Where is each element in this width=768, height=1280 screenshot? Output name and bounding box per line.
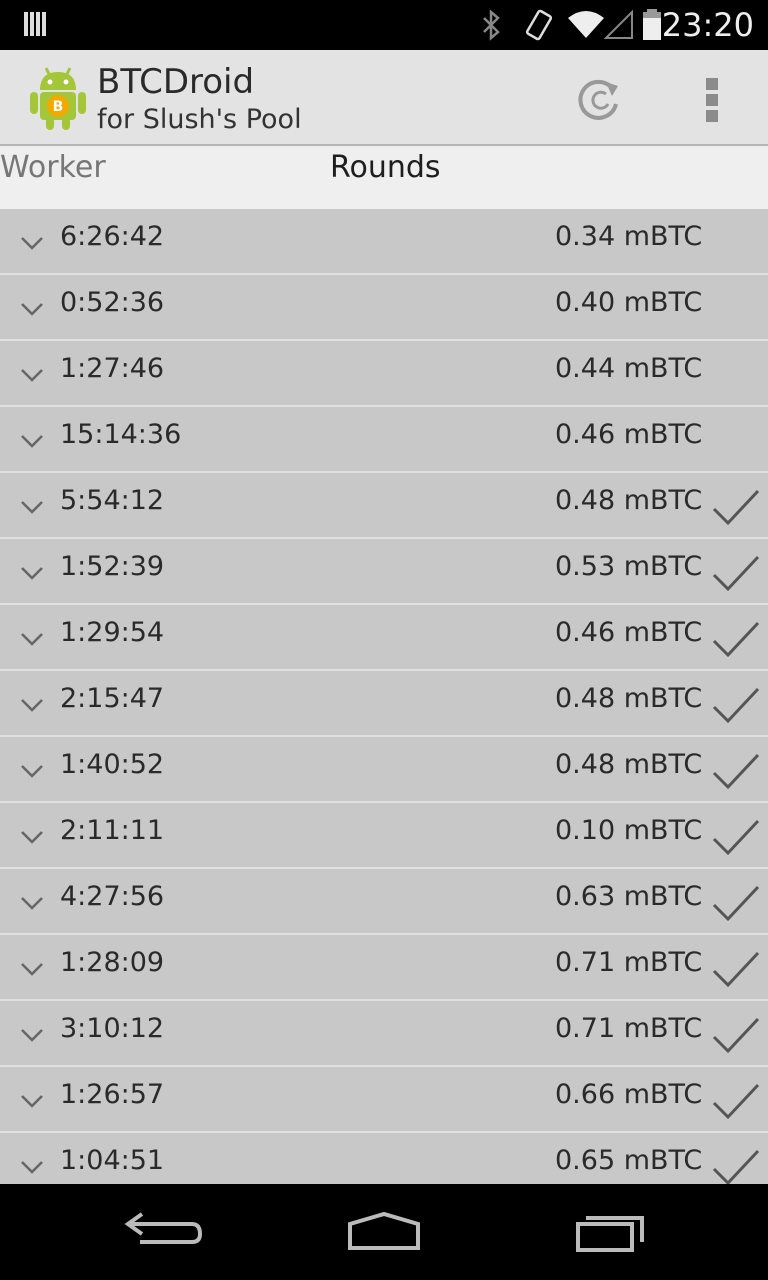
list-item[interactable]: 1:28:09 0.71 mBTC [0,935,768,1001]
round-duration: 2:11:11 [60,815,165,846]
chevron-down-icon[interactable] [20,235,44,251]
chevron-down-icon[interactable] [20,1159,44,1175]
checkmark-icon [712,1149,760,1184]
round-reward: 0.53 mBTC [555,551,703,582]
round-reward: 0.48 mBTC [555,749,703,780]
chevron-down-icon[interactable] [20,565,44,581]
round-duration: 4:27:56 [60,881,165,912]
chevron-down-icon[interactable] [20,763,44,779]
chevron-down-icon[interactable] [20,1027,44,1043]
chevron-down-icon[interactable] [20,697,44,713]
overflow-menu-icon[interactable] [690,70,734,130]
chevron-down-icon[interactable] [20,961,44,977]
navigation-bar [0,1184,768,1280]
round-duration: 1:40:52 [60,749,165,780]
list-item[interactable]: 1:52:39 0.53 mBTC [0,539,768,605]
list-item[interactable]: 6:26:42 0.34 mBTC [0,209,768,275]
checkmark-icon [712,1083,760,1120]
chevron-down-icon[interactable] [20,367,44,383]
bluetooth-icon [483,9,500,41]
list-item[interactable]: 0:52:36 0.40 mBTC [0,275,768,341]
checkmark-icon [712,489,760,526]
chevron-down-icon[interactable] [20,499,44,515]
checkmark-icon [712,951,760,988]
round-reward: 0.71 mBTC [555,1013,703,1044]
home-icon[interactable] [334,1202,434,1262]
round-duration: 1:52:39 [60,551,165,582]
round-reward: 0.44 mBTC [555,353,703,384]
back-icon[interactable] [110,1202,210,1262]
checkmark-icon [712,1017,760,1054]
round-duration: 1:04:51 [60,1145,165,1176]
chevron-down-icon[interactable] [20,301,44,317]
list-item[interactable]: 1:27:46 0.44 mBTC [0,341,768,407]
round-reward: 0.48 mBTC [555,683,703,714]
rounds-list[interactable]: 6:26:42 0.34 mBTC 0:52:36 0.40 mBTC 1:27:46 0… [0,209,768,1184]
round-duration: 1:29:54 [60,617,165,648]
checkmark-icon [712,753,760,790]
round-reward: 0.71 mBTC [555,947,703,978]
list-item[interactable]: 15:14:36 0.46 mBTC [0,407,768,473]
app-logo-icon: B [30,67,86,130]
tab-worker[interactable]: Worker [0,150,106,185]
list-item[interactable]: 3:10:12 0.71 mBTC [0,1001,768,1067]
list-item[interactable]: 1:29:54 0.46 mBTC [0,605,768,671]
status-bar: 23:20 [0,0,768,50]
action-bar: B BTCDroid for Slush's Pool [0,50,768,146]
round-reward: 0.46 mBTC [555,617,703,648]
round-duration: 3:10:12 [60,1013,165,1044]
round-duration: 0:52:36 [60,287,165,318]
checkmark-icon [712,687,760,724]
checkmark-icon [712,621,760,658]
chevron-down-icon[interactable] [20,829,44,845]
list-item[interactable]: 2:15:47 0.48 mBTC [0,671,768,737]
app-subtitle: for Slush's Pool [97,104,302,135]
vibrate-icon [525,9,553,41]
list-item[interactable]: 1:04:51 0.65 mBTC [0,1133,768,1184]
signal-icon [604,9,633,39]
list-item[interactable]: 4:27:56 0.63 mBTC [0,869,768,935]
tab-rounds[interactable]: Rounds [330,150,441,185]
app-title: BTCDroid [97,62,255,102]
round-reward: 0.48 mBTC [555,485,703,516]
checkmark-icon [712,819,760,856]
round-duration: 1:26:57 [60,1079,165,1110]
round-reward: 0.10 mBTC [555,815,703,846]
refresh-icon[interactable] [570,70,630,130]
list-item[interactable]: 5:54:12 0.48 mBTC [0,473,768,539]
round-reward: 0.46 mBTC [555,419,703,450]
tab-strip: Worker Rounds [0,146,768,209]
round-duration: 5:54:12 [60,485,165,516]
svg-text:B: B [53,99,64,115]
list-item[interactable]: 1:26:57 0.66 mBTC [0,1067,768,1133]
chevron-down-icon[interactable] [20,631,44,647]
round-reward: 0.65 mBTC [555,1145,703,1176]
round-reward: 0.66 mBTC [555,1079,703,1110]
chevron-down-icon[interactable] [20,433,44,449]
recent-apps-icon[interactable] [560,1202,660,1262]
list-item[interactable]: 1:40:52 0.48 mBTC [0,737,768,803]
round-reward: 0.34 mBTC [555,221,703,252]
wifi-icon [568,11,604,38]
round-duration: 2:15:47 [60,683,165,714]
round-duration: 1:27:46 [60,353,165,384]
chevron-down-icon[interactable] [20,1093,44,1109]
clock: 23:20 [661,6,754,44]
round-duration: 6:26:42 [60,221,165,252]
round-reward: 0.40 mBTC [555,287,703,318]
checkmark-icon [712,555,760,592]
round-duration: 15:14:36 [60,419,182,450]
checkmark-icon [712,885,760,922]
chevron-down-icon[interactable] [20,895,44,911]
list-item[interactable]: 2:11:11 0.10 mBTC [0,803,768,869]
notification-icon [24,12,46,36]
round-reward: 0.63 mBTC [555,881,703,912]
round-duration: 1:28:09 [60,947,165,978]
